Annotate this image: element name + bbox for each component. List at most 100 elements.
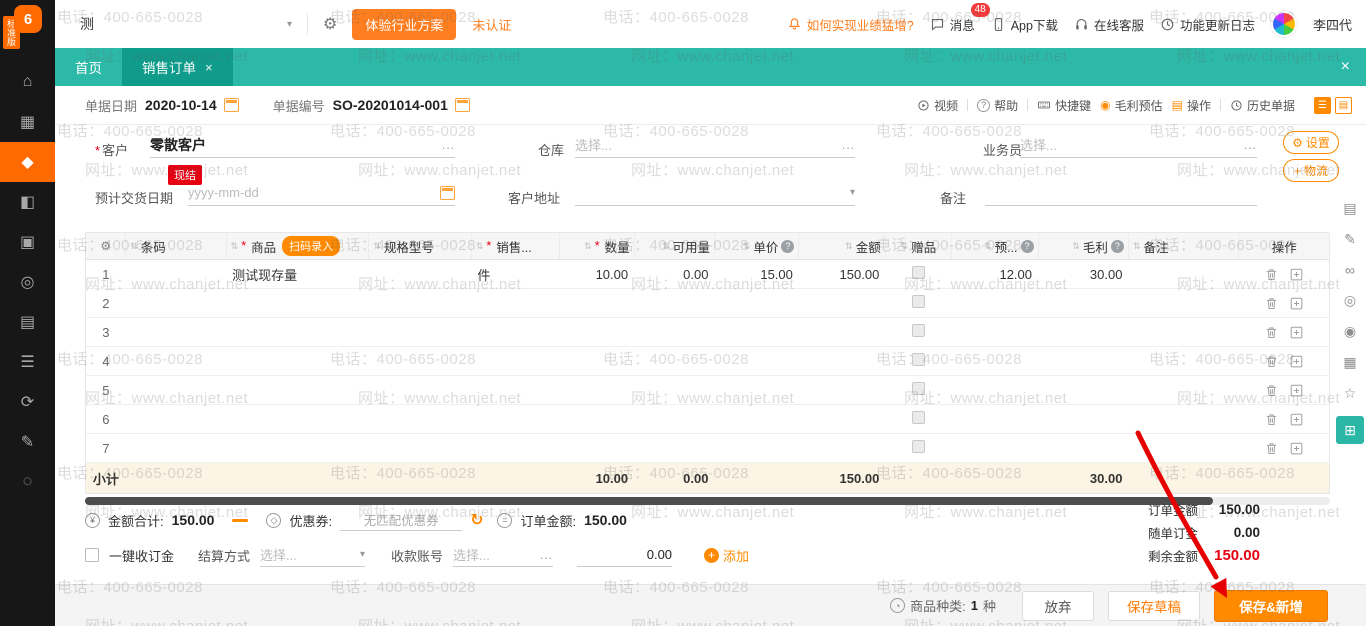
- cell-price[interactable]: 15.00: [714, 260, 798, 289]
- gift-checkbox[interactable]: [912, 266, 925, 279]
- delivery-date-field[interactable]: yyyy-mm-dd: [188, 180, 455, 206]
- sidebar-item-funds[interactable]: ◎: [0, 262, 55, 302]
- cell-pre[interactable]: 12.00: [952, 260, 1038, 289]
- cell-amount[interactable]: [799, 318, 885, 347]
- cell-remark[interactable]: [1128, 347, 1239, 376]
- picker-dots-icon[interactable]: ...: [1244, 138, 1257, 152]
- gear-icon[interactable]: ⚙: [323, 14, 337, 34]
- refresh-icon[interactable]: ↻: [470, 510, 483, 530]
- tab-sales-order[interactable]: 销售订单 ×: [122, 48, 233, 86]
- cell-pre[interactable]: [952, 405, 1038, 434]
- cell-remark[interactable]: [1128, 289, 1239, 318]
- cell-unit[interactable]: [471, 434, 559, 463]
- cell-available[interactable]: [634, 289, 714, 318]
- col-header-gift[interactable]: ⇅赠品: [885, 233, 951, 260]
- help-icon[interactable]: ?: [1111, 240, 1124, 253]
- cell-product[interactable]: 测试现存量: [226, 260, 369, 289]
- contact-icon[interactable]: ◉: [1344, 323, 1356, 340]
- cell-pre[interactable]: [952, 347, 1038, 376]
- sidebar-item-voucher[interactable]: ▤: [0, 302, 55, 342]
- cell-product[interactable]: [226, 347, 369, 376]
- cell-amount[interactable]: [799, 434, 885, 463]
- cell-pre[interactable]: [952, 289, 1038, 318]
- cell-remark[interactable]: [1128, 260, 1239, 289]
- tab-close-icon[interactable]: ×: [205, 60, 213, 75]
- sidebar-item-edit[interactable]: ✎: [0, 422, 55, 462]
- delete-row-icon[interactable]: [1264, 267, 1279, 282]
- cell-profit[interactable]: [1038, 405, 1128, 434]
- online-service-link[interactable]: 在线客服: [1074, 15, 1144, 34]
- changelog-link[interactable]: 功能更新日志: [1160, 15, 1255, 34]
- list-view-toggle[interactable]: ☰: [1314, 97, 1331, 114]
- add-row-icon[interactable]: [1289, 383, 1304, 398]
- cell-price[interactable]: [714, 434, 798, 463]
- salesman-field[interactable]: 选择... ...: [1020, 132, 1257, 158]
- col-header-pre[interactable]: ⇅预...?: [952, 233, 1038, 260]
- delete-row-icon[interactable]: [1264, 296, 1279, 311]
- cell-barcode[interactable]: [126, 289, 226, 318]
- horizontal-scrollbar[interactable]: [85, 497, 1330, 505]
- collapse-handle[interactable]: [232, 519, 248, 522]
- cell-spec[interactable]: [369, 376, 471, 405]
- add-row-icon[interactable]: [1289, 325, 1304, 340]
- coupon-select[interactable]: 无匹配优惠券: [340, 509, 462, 531]
- cell-qty[interactable]: [560, 405, 634, 434]
- cell-pre[interactable]: [952, 434, 1038, 463]
- settings-button[interactable]: ⚙ 设置: [1283, 131, 1339, 154]
- picker-dots-icon[interactable]: ...: [842, 138, 855, 152]
- delete-row-icon[interactable]: [1264, 325, 1279, 340]
- cell-qty[interactable]: [560, 376, 634, 405]
- cell-unit[interactable]: [471, 289, 559, 318]
- gift-checkbox[interactable]: [912, 324, 925, 337]
- actions-link[interactable]: ▤ 操作: [1172, 97, 1211, 114]
- cell-unit[interactable]: [471, 405, 559, 434]
- cell-price[interactable]: [714, 318, 798, 347]
- warehouse-field[interactable]: 选择... ...: [575, 132, 855, 158]
- add-row-icon[interactable]: [1289, 296, 1304, 311]
- delete-row-icon[interactable]: [1264, 441, 1279, 456]
- sidebar-item-sync[interactable]: ⟳: [0, 382, 55, 422]
- scan-entry-button[interactable]: 扫码录入: [282, 236, 340, 256]
- cell-remark[interactable]: [1128, 376, 1239, 405]
- deposit-amount-field[interactable]: 0.00: [577, 543, 672, 567]
- grid-view-toggle[interactable]: ▤: [1335, 97, 1352, 114]
- col-header-settings[interactable]: ⚙: [86, 233, 126, 260]
- gift-checkbox[interactable]: [912, 353, 925, 366]
- cell-product[interactable]: [226, 318, 369, 347]
- tab-home[interactable]: 首页: [55, 48, 122, 86]
- link-icon[interactable]: ∞: [1345, 262, 1355, 278]
- messages-link[interactable]: 消息 48: [930, 15, 975, 34]
- cell-amount[interactable]: [799, 289, 885, 318]
- add-row-icon[interactable]: [1289, 354, 1304, 369]
- abandon-button[interactable]: 放弃: [1022, 591, 1094, 621]
- sidebar-item-purchase[interactable]: ◧: [0, 182, 55, 222]
- settle-method-select[interactable]: 选择... ▾: [260, 543, 365, 567]
- save-draft-button[interactable]: 保存草稿: [1108, 591, 1200, 621]
- cell-unit[interactable]: [471, 318, 559, 347]
- scrollbar-thumb[interactable]: [85, 497, 1213, 505]
- cell-spec[interactable]: [369, 318, 471, 347]
- gift-checkbox[interactable]: [912, 295, 925, 308]
- customer-field[interactable]: 零散客户 ...: [150, 132, 455, 158]
- number-rule-icon[interactable]: [455, 98, 470, 112]
- cell-remark[interactable]: [1128, 405, 1239, 434]
- calendar-icon[interactable]: [440, 186, 455, 200]
- cell-spec[interactable]: [369, 347, 471, 376]
- cell-profit[interactable]: [1038, 376, 1128, 405]
- company-select[interactable]: 测 ▾: [80, 14, 292, 34]
- uncertified-link[interactable]: 未认证: [472, 15, 511, 34]
- cell-qty[interactable]: [560, 289, 634, 318]
- cell-product[interactable]: [226, 434, 369, 463]
- col-header-spec[interactable]: ⇅规格型号: [369, 233, 471, 260]
- favorite-icon[interactable]: ☆: [1344, 385, 1357, 402]
- cell-qty[interactable]: [560, 318, 634, 347]
- sidebar-item-store[interactable]: ▦: [0, 102, 55, 142]
- customer-address-field[interactable]: ▾: [575, 180, 855, 206]
- cell-barcode[interactable]: [126, 318, 226, 347]
- calendar-icon[interactable]: [224, 98, 239, 112]
- cell-amount[interactable]: 150.00: [799, 260, 885, 289]
- save-and-new-button[interactable]: 保存&新增: [1214, 590, 1328, 622]
- cell-pre[interactable]: [952, 318, 1038, 347]
- cell-barcode[interactable]: [126, 405, 226, 434]
- help-link[interactable]: ? 帮助: [977, 97, 1018, 114]
